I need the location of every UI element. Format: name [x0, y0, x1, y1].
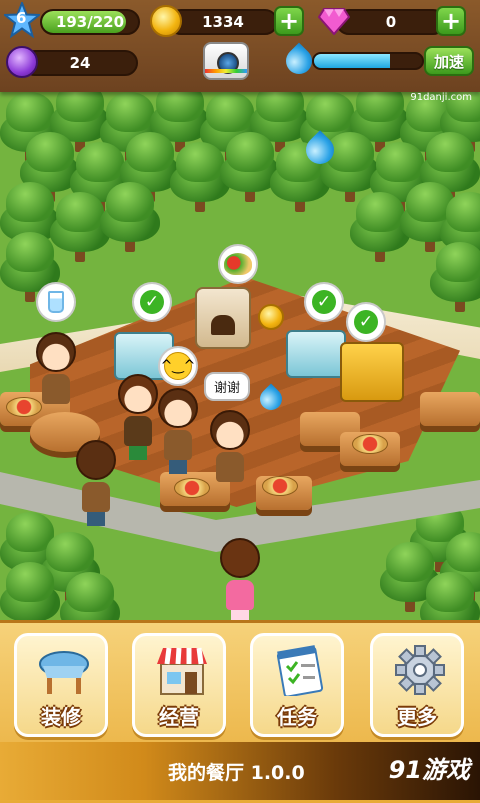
xp-bar: 193/220	[40, 9, 140, 35]
tree	[420, 572, 480, 620]
decorate-table-icon	[39, 651, 89, 694]
counter-3[interactable]	[420, 392, 480, 426]
stove-2[interactable]	[286, 330, 346, 378]
potion-counter: 24	[22, 50, 138, 76]
food-icon	[224, 253, 252, 275]
coin-amount: 1334	[202, 13, 244, 31]
more-button[interactable]: 更多	[370, 633, 464, 737]
gem-amount: 0	[385, 13, 397, 31]
checkmark-icon: ✓	[312, 290, 336, 314]
happy-bubble: ^‿^	[158, 346, 198, 386]
gem-icon	[318, 8, 350, 35]
coin-icon	[150, 5, 182, 37]
customer-girl[interactable]	[220, 538, 260, 620]
manage-button[interactable]: 经营	[132, 633, 226, 737]
checkmark-icon: ✓	[354, 310, 378, 334]
pizza-dish	[174, 478, 210, 498]
checkmark-icon: ✓	[140, 290, 164, 314]
smile-face-icon: ^‿^	[161, 352, 195, 380]
tree	[0, 562, 60, 620]
water-bar	[312, 52, 424, 70]
tree	[60, 572, 120, 620]
task-list-icon	[276, 645, 324, 696]
tree	[100, 182, 160, 254]
done-bubble-2[interactable]: ✓	[304, 282, 344, 322]
water-request-bubble[interactable]	[36, 282, 76, 322]
decorate-button[interactable]: 装修	[14, 633, 108, 737]
gear-icon	[395, 645, 445, 695]
done-bubble-3[interactable]: ✓	[346, 302, 386, 342]
glass-icon	[48, 291, 64, 313]
watermark-url: 91danji.com	[410, 92, 472, 103]
manage-label: 经营	[159, 705, 199, 729]
pizza-dish	[262, 476, 298, 496]
app-version: 我的餐厅 1.0.0	[168, 762, 305, 784]
camera-button[interactable]	[203, 42, 249, 80]
top-hud: 6 193/220 1334 + 0 + 24 加速	[0, 0, 480, 92]
restaurant-scene[interactable]: ✓ ✓ ✓ ^‿^ 谢谢	[0, 92, 480, 620]
level-number: 6	[16, 9, 27, 27]
customer-1[interactable]	[36, 332, 76, 404]
potion-icon	[6, 46, 38, 78]
gem-counter: 0	[336, 9, 446, 35]
oven-mouth	[211, 315, 235, 335]
xp-text: 193/220	[55, 13, 125, 31]
thanks-speech-bubble: 谢谢	[204, 372, 251, 401]
grill-station[interactable]	[340, 342, 404, 402]
tasks-label: 任务	[277, 705, 317, 729]
speed-up-button[interactable]: 加速	[424, 46, 474, 76]
decorate-label: 装修	[41, 705, 81, 729]
customer-2[interactable]	[210, 410, 250, 482]
done-bubble-1[interactable]: ✓	[132, 282, 172, 322]
pizza-dish	[352, 434, 388, 454]
potion-amount: 24	[69, 54, 91, 72]
water-drop-icon	[280, 42, 318, 80]
coin-counter: 1334	[168, 9, 278, 35]
add-coins-button[interactable]: +	[274, 6, 304, 36]
waiter-1[interactable]	[158, 388, 198, 474]
tasks-button[interactable]: 任务	[250, 633, 344, 737]
coin-reward-icon[interactable]	[258, 304, 284, 330]
more-label: 更多	[397, 705, 437, 729]
add-gems-button[interactable]: +	[436, 6, 466, 36]
waitress-1[interactable]	[118, 374, 158, 460]
camera-stripe	[205, 69, 247, 73]
water-bar-fill	[314, 54, 390, 68]
shop-store-icon	[157, 647, 207, 695]
pizza-oven[interactable]	[195, 287, 251, 349]
waiter-2[interactable]	[76, 440, 116, 526]
watermark-logo: 91游戏	[388, 756, 470, 784]
footer-bar: 我的餐厅 1.0.0 91游戏	[0, 742, 480, 800]
food-order-bubble[interactable]	[218, 244, 258, 284]
tree	[430, 242, 480, 314]
